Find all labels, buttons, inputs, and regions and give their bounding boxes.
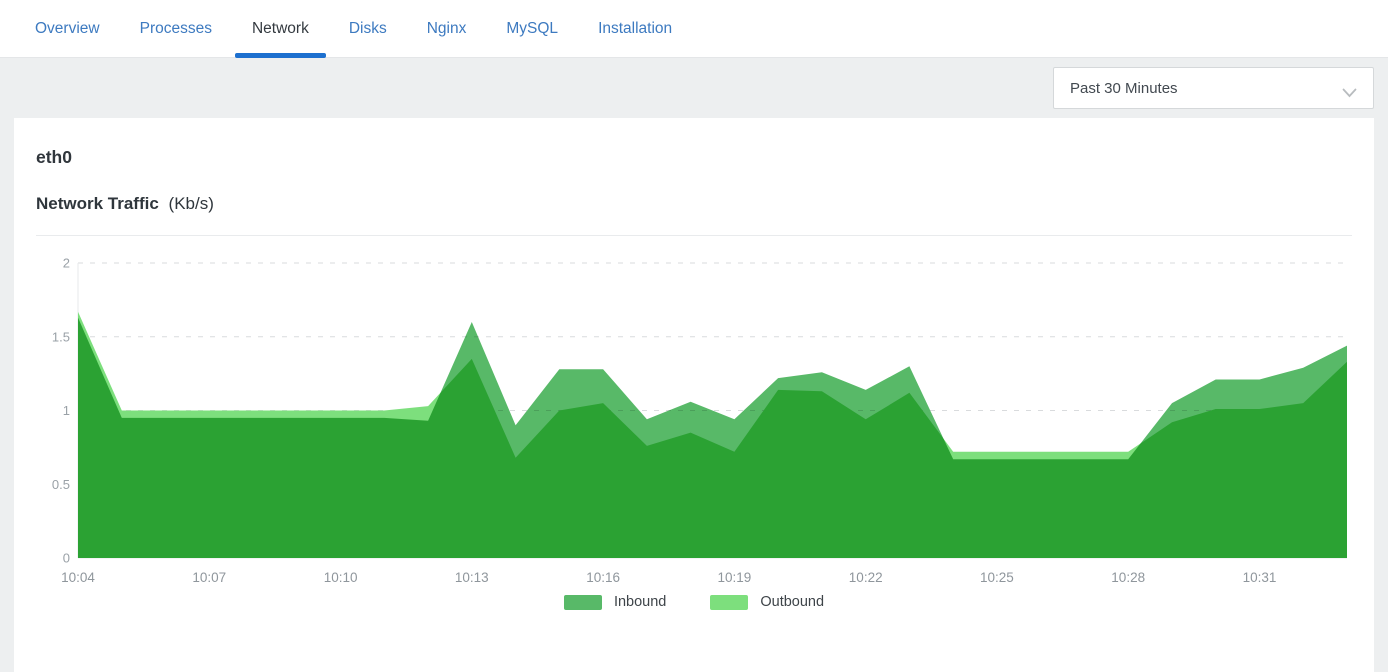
tab-nginx[interactable]: Nginx	[410, 0, 484, 57]
tab-label: Network	[252, 20, 309, 38]
tab-label: Nginx	[427, 20, 467, 38]
tab-disks[interactable]: Disks	[332, 0, 404, 57]
svg-text:10:25: 10:25	[980, 570, 1014, 585]
tab-processes[interactable]: Processes	[123, 0, 229, 57]
svg-text:10:04: 10:04	[61, 570, 95, 585]
svg-text:10:13: 10:13	[455, 570, 489, 585]
tab-network[interactable]: Network	[235, 0, 326, 57]
svg-text:0: 0	[63, 551, 70, 566]
svg-text:10:19: 10:19	[718, 570, 752, 585]
svg-text:1.5: 1.5	[52, 329, 70, 344]
inbound-area	[78, 318, 1347, 558]
tab-label: Disks	[349, 20, 387, 38]
svg-text:10:10: 10:10	[324, 570, 358, 585]
top-tab-bar: Overview Processes Network Disks Nginx M…	[0, 0, 1388, 58]
chart-legend: Inbound Outbound	[36, 594, 1352, 610]
legend-label: Outbound	[760, 594, 824, 610]
tab-label: Processes	[140, 20, 212, 38]
legend-item-inbound[interactable]: Inbound	[564, 594, 666, 610]
svg-text:10:31: 10:31	[1243, 570, 1277, 585]
filter-bar: Past 30 Minutes	[0, 58, 1388, 118]
active-tab-indicator	[235, 53, 326, 58]
svg-text:10:07: 10:07	[192, 570, 226, 585]
interface-title: eth0	[36, 118, 1352, 168]
tab-label: Overview	[35, 20, 100, 38]
svg-text:10:16: 10:16	[586, 570, 620, 585]
legend-label: Inbound	[614, 594, 666, 610]
chart-title: Network Traffic (Kb/s)	[36, 194, 1352, 214]
chart-title-unit: (Kb/s)	[169, 194, 214, 213]
svg-text:2: 2	[63, 256, 70, 271]
legend-swatch-outbound	[710, 595, 748, 610]
time-range-select[interactable]: Past 30 Minutes	[1053, 67, 1374, 109]
chart-title-text: Network Traffic	[36, 194, 159, 213]
network-panel: eth0 Network Traffic (Kb/s) 0 0.5 1 1.5 2 10:…	[14, 118, 1374, 672]
tab-label: MySQL	[506, 20, 558, 38]
time-range-value: Past 30 Minutes	[1070, 80, 1178, 97]
tab-overview[interactable]: Overview	[18, 0, 117, 57]
legend-swatch-inbound	[564, 595, 602, 610]
tab-label: Installation	[598, 20, 672, 38]
tab-mysql[interactable]: MySQL	[489, 0, 575, 57]
tab-installation[interactable]: Installation	[581, 0, 689, 57]
svg-text:0.5: 0.5	[52, 477, 70, 492]
network-traffic-chart: 0 0.5 1 1.5 2 10:04 10:07 10:10 10:13 10:16 10:19 1…	[36, 246, 1352, 590]
svg-text:10:28: 10:28	[1111, 570, 1145, 585]
svg-text:1: 1	[63, 403, 70, 418]
divider	[36, 235, 1352, 236]
chevron-down-icon	[1342, 88, 1357, 98]
svg-text:10:22: 10:22	[849, 570, 883, 585]
legend-item-outbound[interactable]: Outbound	[710, 594, 824, 610]
